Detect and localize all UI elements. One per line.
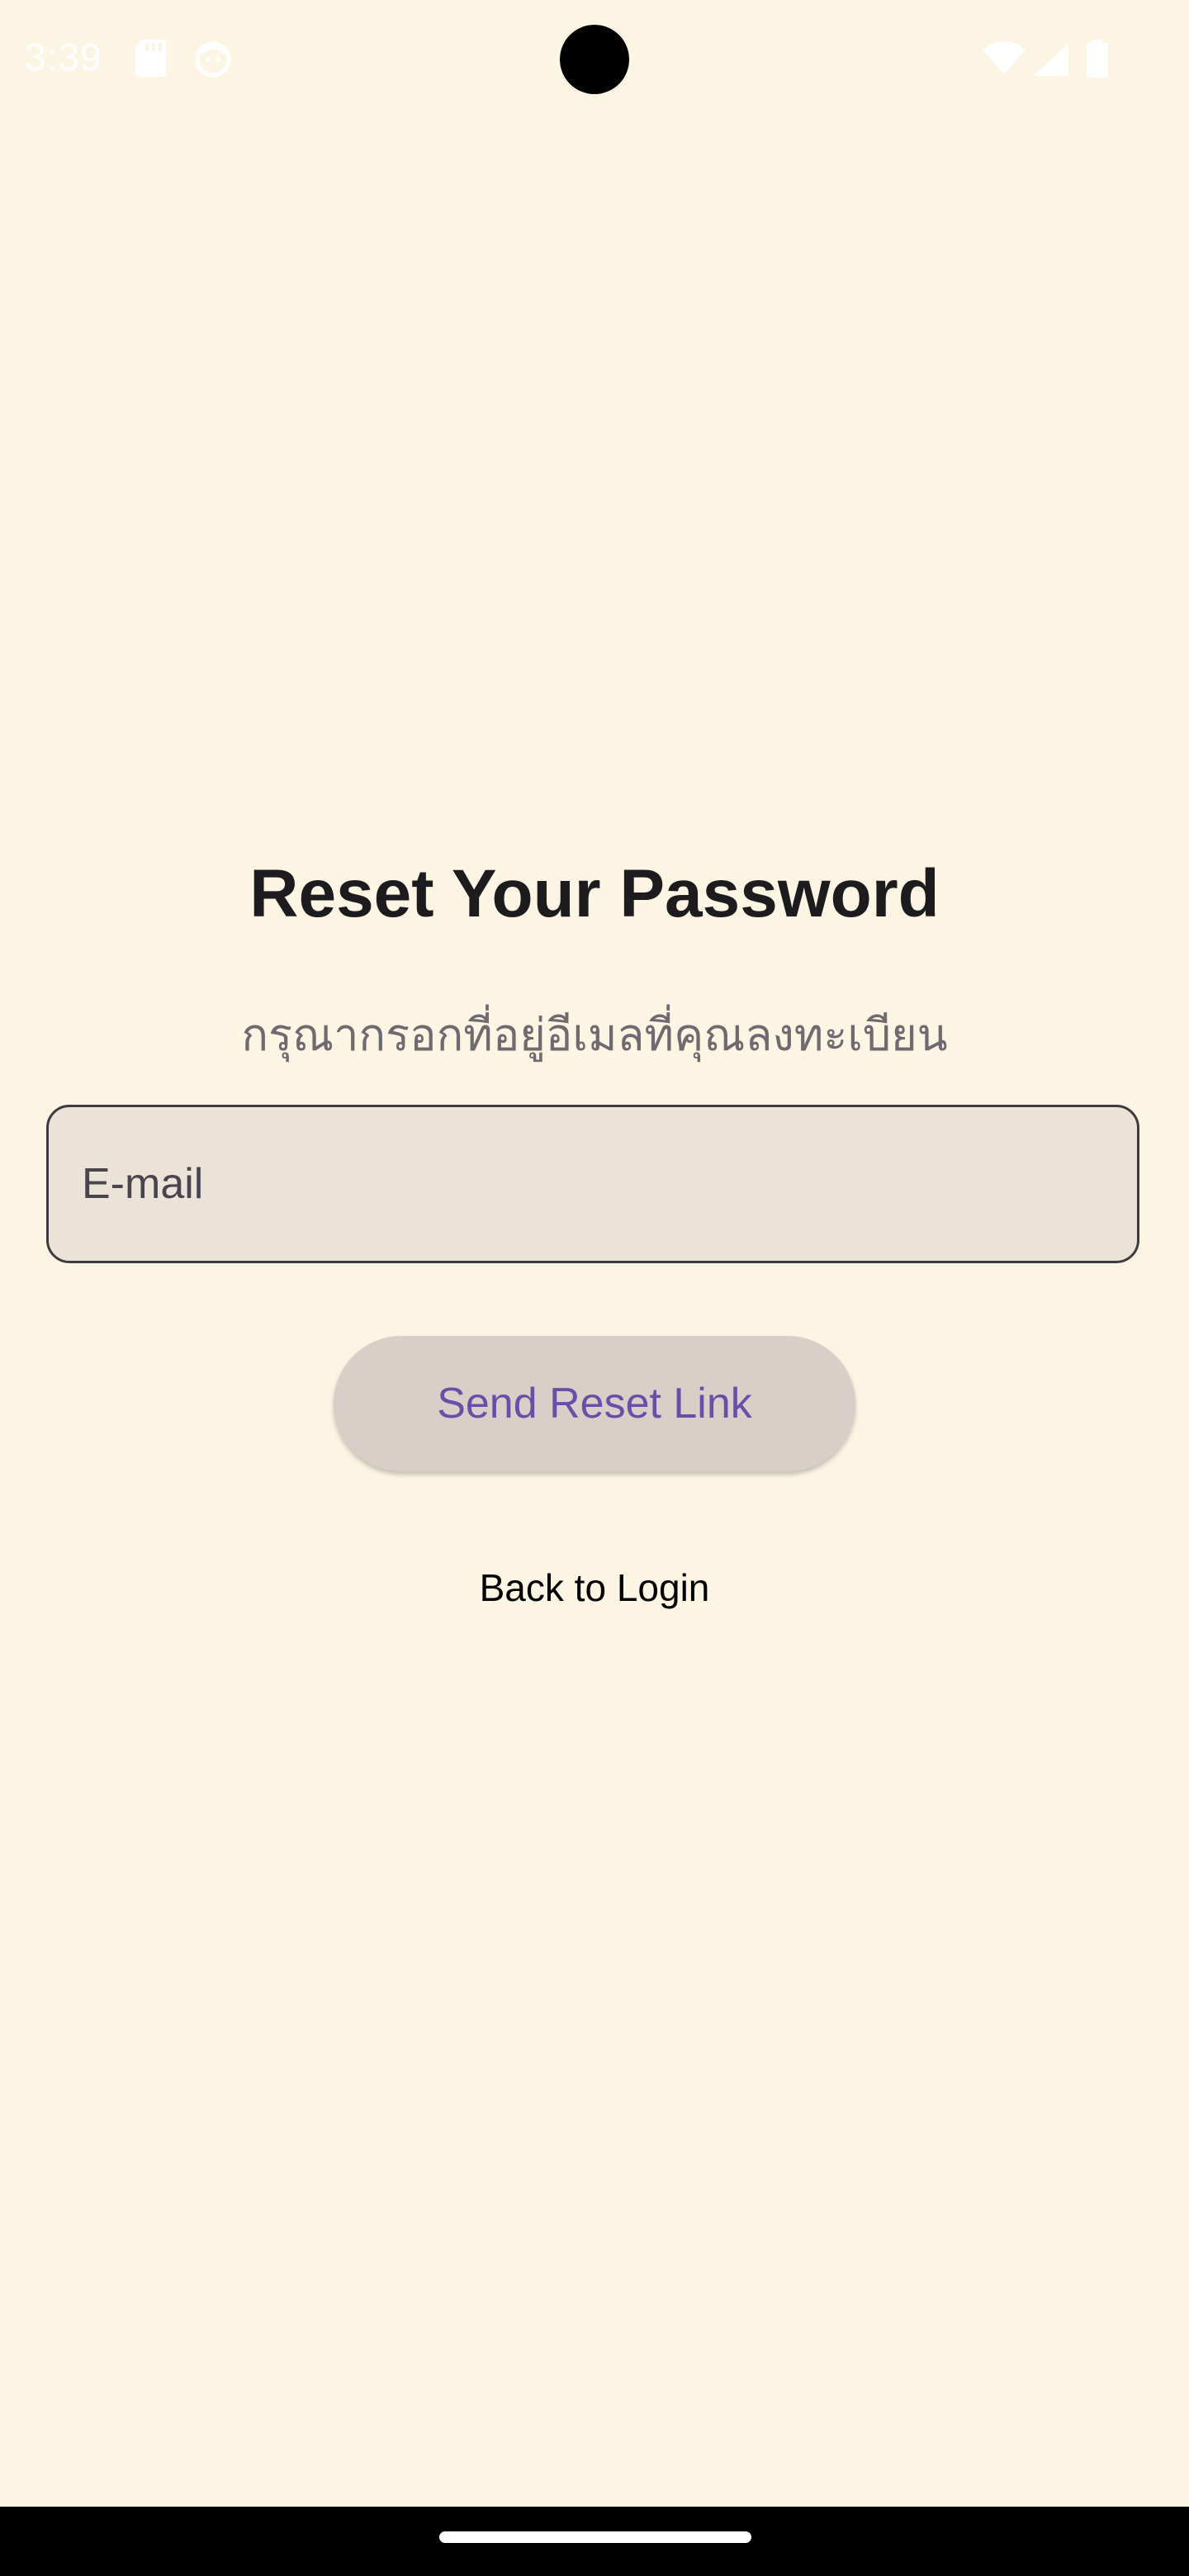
send-reset-link-button[interactable]: Send Reset Link: [334, 1336, 855, 1471]
send-reset-link-label: Send Reset Link: [437, 1380, 752, 1428]
face-notification-icon: [193, 38, 233, 82]
home-indicator[interactable]: [439, 2531, 751, 2543]
wifi-icon: [981, 40, 1027, 80]
back-to-login-link[interactable]: Back to Login: [0, 1565, 1189, 1610]
cellular-signal-icon: [1032, 41, 1070, 82]
email-input[interactable]: [82, 1107, 1106, 1261]
battery-icon: [1085, 40, 1110, 83]
reset-password-screen: 3:39 Reset Your Password กรุณากรอกที่อยู…: [0, 0, 1189, 2576]
sd-card-icon: [134, 38, 167, 82]
email-field[interactable]: [46, 1105, 1139, 1263]
status-bar: 3:39: [0, 0, 1189, 124]
status-time: 3:39: [25, 36, 102, 78]
camera-cutout: [560, 25, 629, 94]
page-title: Reset Your Password: [249, 856, 940, 931]
page-subtitle: กรุณากรอกที่อยู่อีเมลที่คุณลงทะเบียน: [241, 1009, 948, 1061]
navigation-bar: [0, 2507, 1189, 2576]
